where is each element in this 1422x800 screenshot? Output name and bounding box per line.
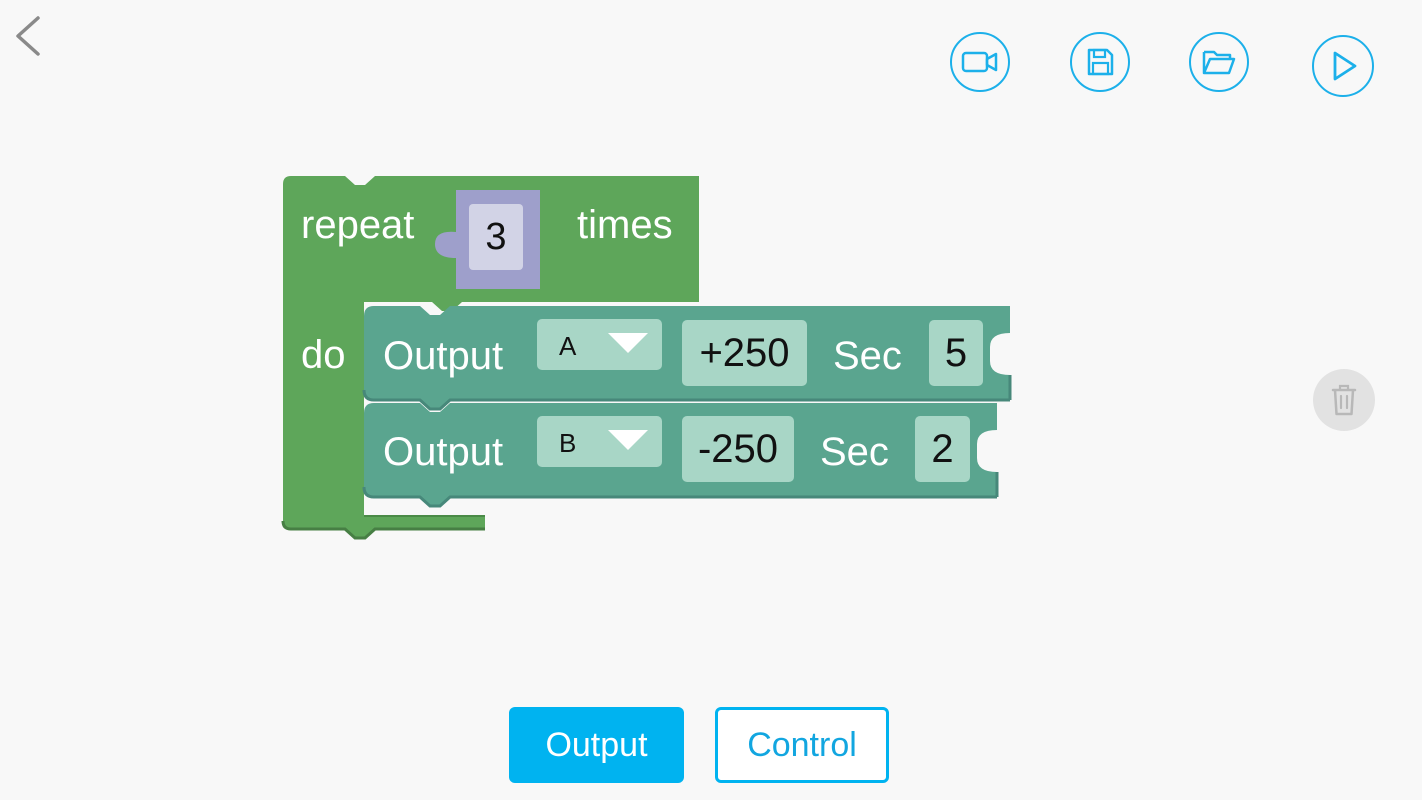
- output-a-port-value: A: [559, 331, 577, 361]
- output-b-label: Output: [383, 430, 504, 474]
- repeat-count-field[interactable]: 3: [469, 204, 523, 270]
- output-a-power-field[interactable]: +250: [682, 320, 807, 386]
- dropdown-arrow-icon: [608, 333, 648, 353]
- tab-control[interactable]: Control: [715, 707, 889, 783]
- repeat-label: repeat: [301, 203, 415, 247]
- output-b-port-value: B: [559, 428, 577, 458]
- trash-icon: [1331, 384, 1357, 416]
- output-a-sec-label: Sec: [833, 334, 902, 378]
- output-a-port-dropdown[interactable]: A: [537, 319, 662, 370]
- dropdown-arrow-icon: [608, 430, 648, 450]
- output-b-power-field[interactable]: -250: [682, 416, 794, 482]
- trash-button[interactable]: [1313, 369, 1375, 431]
- output-a-seconds-field[interactable]: 5: [929, 320, 983, 386]
- block-workspace[interactable]: repeat 3 times do Output A +250 Sec 5 Ou…: [0, 0, 1422, 800]
- do-label: do: [301, 333, 346, 377]
- output-a-label: Output: [383, 334, 504, 378]
- tab-output[interactable]: Output: [509, 707, 684, 783]
- times-label: times: [577, 203, 673, 247]
- output-b-seconds-field[interactable]: 2: [915, 416, 970, 482]
- output-b-sec-label: Sec: [820, 430, 889, 474]
- output-b-port-dropdown[interactable]: B: [537, 416, 662, 467]
- block-shapes: [281, 176, 1012, 540]
- blockly-editor-screen: repeat 3 times do Output A +250 Sec 5 Ou…: [0, 0, 1422, 800]
